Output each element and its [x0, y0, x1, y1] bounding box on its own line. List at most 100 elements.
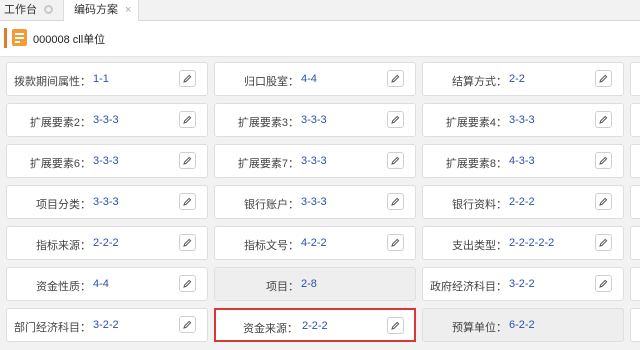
scheme-card-partial: [630, 226, 640, 260]
tab-coding-scheme[interactable]: 编码方案 ×: [64, 0, 139, 21]
scheme-label: 项目分类：: [36, 199, 91, 211]
scheme-card-partial: [630, 62, 640, 96]
scheme-value: 3-2-2: [509, 278, 535, 290]
scheme-label: 指标文号：: [244, 240, 299, 252]
scheme-label: 归口股室：: [244, 76, 299, 88]
pencil-icon: [599, 115, 608, 124]
edit-button[interactable]: [387, 317, 404, 334]
tab-workbench[interactable]: 工作台: [0, 0, 64, 20]
pencil-icon: [599, 238, 608, 247]
edit-button[interactable]: [387, 234, 404, 251]
scheme-card: 拨款期间属性： 1-1: [6, 62, 208, 96]
tab-bar: 工作台 编码方案 ×: [0, 0, 640, 21]
scheme-card: 支出类型： 2-2-2-2-2: [422, 226, 624, 260]
scheme-card: 资金性质： 4-4: [6, 267, 208, 301]
scheme-label: 政府经济科目：: [430, 281, 507, 293]
edit-button[interactable]: [179, 70, 196, 87]
edit-button[interactable]: [595, 70, 612, 87]
tab-coding-scheme-label: 编码方案: [74, 4, 118, 16]
scheme-value: 2-2: [509, 73, 525, 85]
edit-button[interactable]: [387, 111, 404, 128]
scheme-label: 资金来源：: [243, 323, 298, 335]
document-icon: [12, 29, 27, 46]
edit-button[interactable]: [595, 193, 612, 210]
scheme-value: 1-1: [93, 73, 109, 85]
pencil-icon: [391, 115, 400, 124]
pencil-icon: [599, 279, 608, 288]
scheme-card: 银行资料： 2-2-2: [422, 185, 624, 219]
scheme-label: 扩展要素6：: [29, 158, 91, 170]
scheme-label: 指标来源：: [36, 240, 91, 252]
scheme-label: 扩展要素2：: [29, 117, 91, 129]
scheme-card: 扩展要素2： 3-3-3: [6, 103, 208, 137]
scheme-card: 扩展要素6： 3-3-3: [6, 144, 208, 178]
scheme-value: 4-3-3: [509, 155, 535, 167]
scheme-card: 扩展要素4： 3-3-3: [422, 103, 624, 137]
scheme-card: 指标来源： 2-2-2: [6, 226, 208, 260]
scheme-label: 扩展要素3：: [237, 117, 299, 129]
pencil-icon: [391, 156, 400, 165]
gear-icon[interactable]: [44, 5, 53, 14]
edit-button[interactable]: [179, 234, 196, 251]
scheme-card: 扩展要素7： 3-3-3: [214, 144, 416, 178]
scheme-card: 项目： 2-8: [214, 267, 416, 301]
scheme-label: 资金性质：: [36, 281, 91, 293]
scheme-card: 资金来源： 2-2-2: [214, 308, 416, 342]
edit-button[interactable]: [179, 111, 196, 128]
pencil-icon: [599, 156, 608, 165]
edit-button[interactable]: [595, 111, 612, 128]
scheme-value: 3-3-3: [301, 196, 327, 208]
scheme-value: 3-3-3: [93, 155, 119, 167]
header-accent-bar: [4, 28, 7, 48]
scheme-card: 结算方式： 2-2: [422, 62, 624, 96]
scheme-value: 2-2-2: [302, 320, 328, 332]
scheme-label: 支出类型：: [452, 240, 507, 252]
scheme-card: 归口股室： 4-4: [214, 62, 416, 96]
scheme-card: 政府经济科目： 3-2-2: [422, 267, 624, 301]
tab-workbench-label: 工作台: [4, 4, 37, 16]
edit-button[interactable]: [387, 152, 404, 169]
scheme-value: 2-2-2-2-2: [509, 237, 555, 249]
scheme-value: 4-4: [301, 73, 317, 85]
edit-button[interactable]: [595, 152, 612, 169]
scheme-value: 3-3-3: [93, 114, 119, 126]
pencil-icon: [183, 156, 192, 165]
scheme-label: 扩展要素7：: [237, 158, 299, 170]
edit-button[interactable]: [595, 275, 612, 292]
pencil-icon: [183, 197, 192, 206]
edit-button[interactable]: [387, 70, 404, 87]
pencil-icon: [391, 197, 400, 206]
pencil-icon: [599, 74, 608, 83]
edit-button[interactable]: [179, 193, 196, 210]
scheme-value: 3-3-3: [301, 114, 327, 126]
scheme-label: 银行资料：: [452, 199, 507, 211]
scheme-card: 扩展要素3： 3-3-3: [214, 103, 416, 137]
edit-button[interactable]: [387, 193, 404, 210]
scheme-card-partial: [630, 267, 640, 301]
scheme-value: 6-2-2: [509, 319, 535, 331]
scheme-card: 扩展要素8： 4-3-3: [422, 144, 624, 178]
scheme-value: 3-3-3: [301, 155, 327, 167]
pencil-icon: [183, 115, 192, 124]
scheme-label: 预算单位：: [452, 322, 507, 334]
scheme-card: 项目分类： 3-3-3: [6, 185, 208, 219]
scheme-card-partial: [630, 185, 640, 219]
edit-button[interactable]: [179, 152, 196, 169]
edit-button[interactable]: [179, 275, 196, 292]
scheme-card: 预算单位： 6-2-2: [422, 308, 624, 342]
close-icon[interactable]: ×: [125, 0, 131, 20]
pencil-icon: [183, 238, 192, 247]
pencil-icon: [183, 74, 192, 83]
scheme-label: 结算方式：: [452, 76, 507, 88]
scheme-label: 扩展要素4：: [445, 117, 507, 129]
pencil-icon: [391, 238, 400, 247]
edit-button[interactable]: [595, 234, 612, 251]
edit-button[interactable]: [179, 316, 196, 333]
pencil-icon: [183, 320, 192, 329]
pencil-icon: [183, 279, 192, 288]
scheme-card-partial: [630, 144, 640, 178]
page-header: 000008 cll单位: [0, 21, 640, 57]
scheme-card: 部门经济科目： 3-2-2: [6, 308, 208, 342]
pencil-icon: [391, 74, 400, 83]
scheme-label: 银行账户：: [244, 199, 299, 211]
